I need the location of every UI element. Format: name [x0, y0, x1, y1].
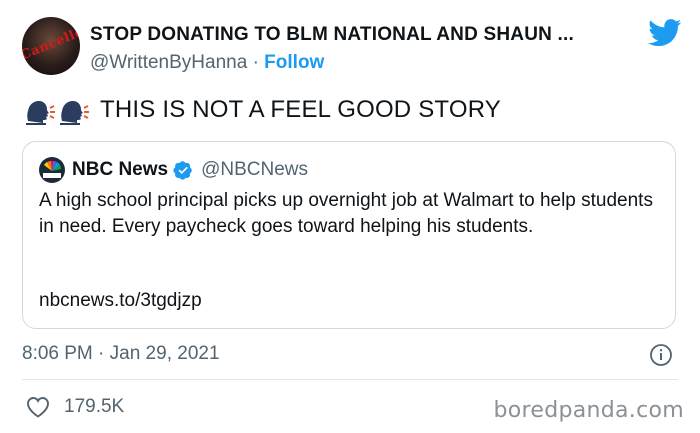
avatar-stamp: Cancelled: [22, 21, 80, 64]
divider: [22, 379, 678, 380]
tweet-header: Cancelled STOP DONATING TO BLM NATIONAL …: [22, 15, 682, 79]
tweet-timestamp[interactable]: 8:06 PM · Jan 29, 2021: [22, 343, 220, 365]
verified-badge-icon: [173, 161, 192, 180]
like-count: 179.5K: [64, 396, 125, 417]
quoted-tweet-header: NBC News @NBCNews: [39, 157, 308, 183]
boredpanda-watermark: boredpanda.com: [493, 398, 684, 423]
follow-button[interactable]: Follow: [264, 52, 324, 73]
like-action[interactable]: 179.5K: [26, 396, 124, 418]
tweet-text: THIS IS NOT A FEEL GOOD STORY: [22, 95, 501, 125]
avatar[interactable]: Cancelled: [22, 17, 80, 75]
author-handle[interactable]: @WrittenByHanna: [90, 52, 247, 73]
speaking-head-icon: [26, 101, 55, 125]
twitter-bird-icon[interactable]: [648, 19, 682, 47]
nbc-peacock-logo[interactable]: [39, 157, 65, 183]
info-icon[interactable]: [649, 343, 673, 367]
author-handle-row: @WrittenByHanna · Follow: [90, 52, 324, 74]
speaking-head-icon: [60, 101, 89, 125]
author-display-name[interactable]: STOP DONATING TO BLM NATIONAL AND SHAUN …: [90, 24, 645, 46]
heart-icon[interactable]: [26, 396, 50, 418]
tweet-body: THIS IS NOT A FEEL GOOD STORY: [100, 96, 502, 123]
quoted-tweet-card[interactable]: NBC News @NBCNews A high school principa…: [22, 141, 676, 329]
handle-separator: ·: [252, 52, 259, 73]
quoted-author-handle[interactable]: @NBCNews: [201, 159, 308, 181]
quoted-tweet-body: A high school principal picks up overnig…: [39, 190, 653, 237]
quoted-tweet-link[interactable]: nbcnews.to/3tgdjzp: [39, 290, 202, 312]
quoted-author-name[interactable]: NBC News: [72, 159, 168, 181]
